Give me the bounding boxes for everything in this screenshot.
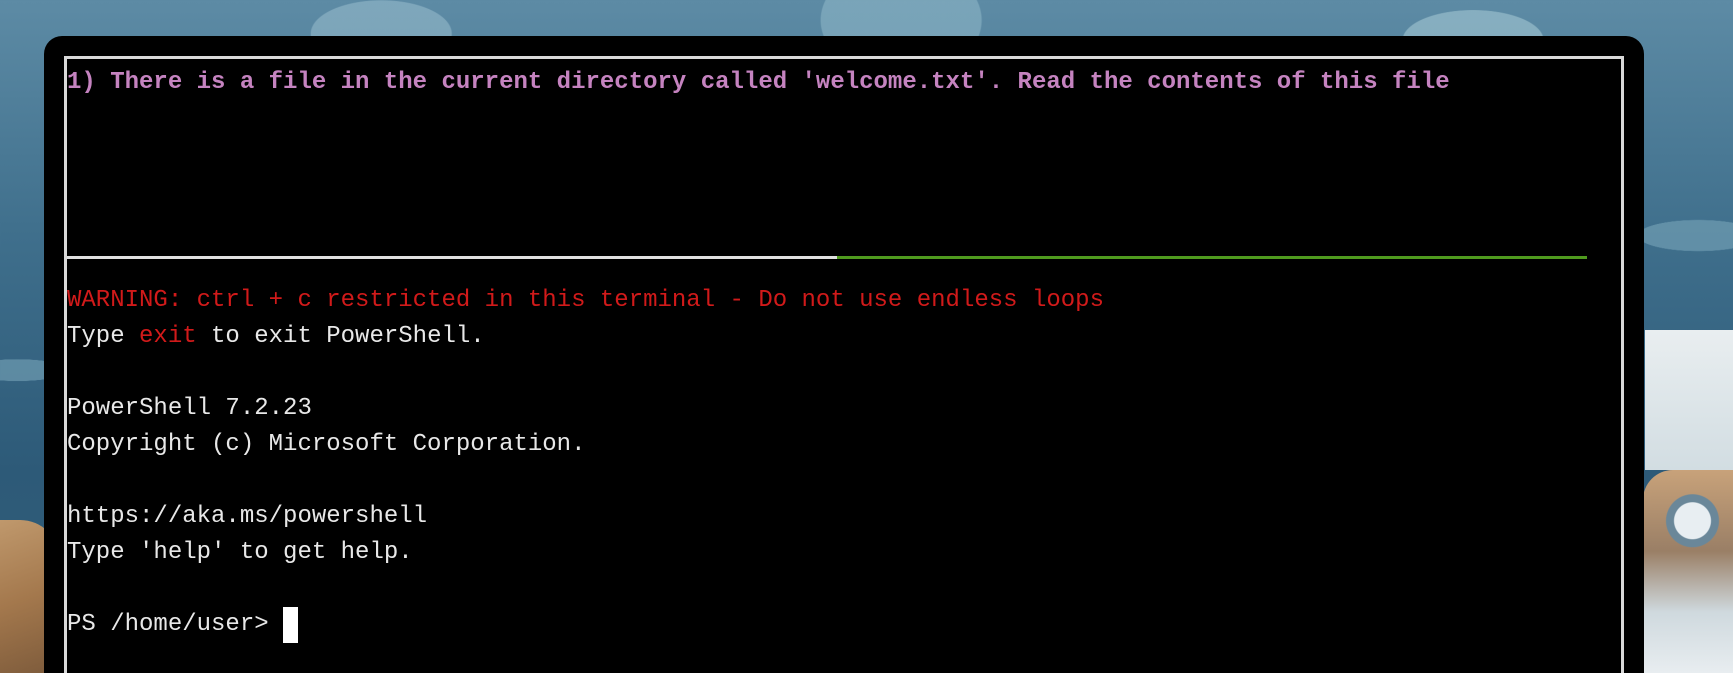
console-output[interactable]: WARNING: ctrl + c restricted in this ter…	[67, 283, 1597, 643]
url-line: https://aka.ms/powershell	[67, 503, 428, 530]
background-illustration-right-top	[1645, 330, 1733, 470]
text-cursor[interactable]	[283, 607, 299, 643]
task-instruction: 1) There is a file in the current direct…	[67, 69, 1450, 96]
exit-hint-prefix: Type	[67, 323, 140, 350]
task-panel: 1) There is a file in the current direct…	[67, 59, 1587, 219]
exit-keyword: exit	[139, 323, 197, 350]
prompt-line[interactable]: PS /home/user>	[67, 607, 1597, 643]
terminal-window: 1) There is a file in the current direct…	[44, 36, 1644, 673]
exit-hint-suffix: to exit PowerShell.	[196, 323, 485, 350]
terminal-frame[interactable]: 1) There is a file in the current direct…	[64, 56, 1624, 673]
version-line: PowerShell 7.2.23	[67, 395, 312, 422]
exit-hint-line: Type exit to exit PowerShell.	[67, 319, 1597, 355]
warning-line: WARNING: ctrl + c restricted in this ter…	[67, 287, 1104, 314]
copyright-line: Copyright (c) Microsoft Corporation.	[67, 431, 586, 458]
prompt-text: PS /home/user>	[67, 611, 284, 638]
help-line: Type 'help' to get help.	[67, 539, 413, 566]
background-illustration-right	[1643, 470, 1733, 673]
task-divider	[67, 256, 1587, 259]
divider-segment-white	[67, 256, 837, 259]
divider-segment-green	[837, 256, 1587, 259]
